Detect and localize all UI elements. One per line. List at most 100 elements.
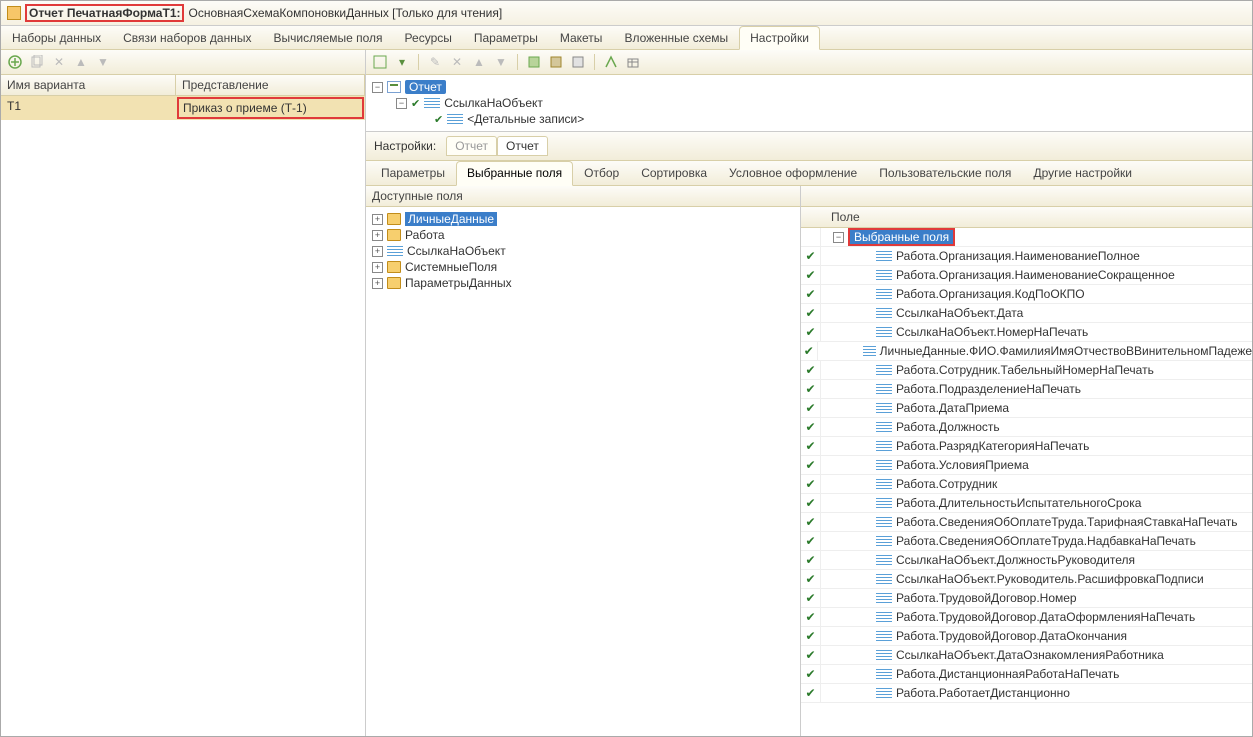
tool-icon-3[interactable] [570,54,586,70]
expand-icon[interactable]: + [372,214,383,225]
field-row[interactable]: ✔Работа.Должность [801,418,1252,437]
field-row[interactable]: ✔Работа.РазрядКатегорияНаПечать [801,437,1252,456]
field-row[interactable]: ✔Работа.ТрудовойДоговор.ДатаОкончания [801,627,1252,646]
field-check-icon[interactable]: ✔ [801,361,821,379]
field-row[interactable]: ✔Работа.Сотрудник.ТабельныйНомерНаПечать [801,361,1252,380]
add-button[interactable] [7,54,23,70]
collapse-icon[interactable]: − [833,232,844,243]
field-row[interactable]: ✔СсылкаНаОбъект.Руководитель.Расшифровка… [801,570,1252,589]
field-check-icon[interactable]: ✔ [801,608,821,626]
field-row[interactable]: ✔Работа.ДатаПриема [801,399,1252,418]
field-row[interactable]: ✔Работа.ПодразделениеНаПечать [801,380,1252,399]
detail-tab-1[interactable]: Выбранные поля [456,161,573,186]
variant-row[interactable]: Т1 Приказ о приеме (Т-1) [1,96,365,120]
tool-icon-1[interactable] [526,54,542,70]
field-row[interactable]: ✔СсылкаНаОбъект.ДолжностьРуководителя [801,551,1252,570]
copy-button[interactable] [29,54,45,70]
tree-action-1[interactable] [372,54,388,70]
available-item[interactable]: +СистемныеПоля [372,259,794,275]
field-row[interactable]: ✔Работа.СведенияОбОплатеТруда.ТарифнаяСт… [801,513,1252,532]
collapse-icon[interactable]: − [396,98,407,109]
main-tab-1[interactable]: Связи наборов данных [112,26,262,49]
field-row[interactable]: ✔СсылкаНаОбъект.Дата [801,304,1252,323]
expand-icon[interactable]: + [372,246,383,257]
detail-tab-4[interactable]: Условное оформление [718,161,868,185]
expand-icon[interactable]: + [372,278,383,289]
field-row[interactable]: ✔Работа.Организация.НаименованиеСокращен… [801,266,1252,285]
detail-tab-6[interactable]: Другие настройки [1022,161,1143,185]
field-check-icon[interactable]: ✔ [801,437,821,455]
field-check-icon[interactable]: ✔ [801,247,821,265]
main-tab-7[interactable]: Настройки [739,26,820,50]
field-check-icon[interactable]: ✔ [801,380,821,398]
tool-icon-2[interactable] [548,54,564,70]
field-row[interactable]: ✔Работа.Организация.НаименованиеПолное [801,247,1252,266]
field-check-icon[interactable]: ✔ [801,646,821,664]
field-row[interactable]: ✔СсылкаНаОбъект.ДатаОзнакомленияРаботник… [801,646,1252,665]
tree-action-dropdown-icon[interactable]: ▾ [394,54,410,70]
level-tab-report-1[interactable]: Отчет [446,136,497,156]
expand-icon[interactable]: + [372,262,383,273]
field-check-icon[interactable]: ✔ [801,589,821,607]
edit-icon[interactable]: ✎ [427,54,443,70]
fields-group-row[interactable]: −Выбранные поля [801,228,1252,247]
field-row[interactable]: ✔Работа.ТрудовойДоговор.ДатаОформленияНа… [801,608,1252,627]
field-row[interactable]: ✔Работа.ДистанционнаяРаботаНаПечать [801,665,1252,684]
field-check-icon[interactable]: ✔ [801,456,821,474]
available-item[interactable]: +ПараметрыДанных [372,275,794,291]
expand-icon[interactable]: + [372,230,383,241]
field-check-icon[interactable]: ✔ [801,323,821,341]
main-tab-3[interactable]: Ресурсы [394,26,463,49]
detail-tab-3[interactable]: Сортировка [630,161,718,185]
tree-level1[interactable]: − ✔ СсылкаНаОбъект [372,95,1246,111]
tree-root[interactable]: − Отчет [372,79,1246,95]
field-row[interactable]: ✔ЛичныеДанные.ФИО.ФамилияИмяОтчествоВВин… [801,342,1252,361]
main-tab-4[interactable]: Параметры [463,26,549,49]
field-check-icon[interactable]: ✔ [801,513,821,531]
field-row[interactable]: ✔Работа.СведенияОбОплатеТруда.НадбавкаНа… [801,532,1252,551]
field-row[interactable]: ✔Работа.УсловияПриема [801,456,1252,475]
check-icon[interactable]: ✔ [411,97,420,110]
field-check-icon[interactable]: ✔ [801,494,821,512]
field-check-icon[interactable]: ✔ [801,665,821,683]
field-row[interactable]: ✔Работа.ДлительностьИспытательногоСрока [801,494,1252,513]
field-check-icon[interactable]: ✔ [801,551,821,569]
field-check-icon[interactable]: ✔ [801,266,821,284]
available-item[interactable]: +ЛичныеДанные [372,211,794,227]
main-tab-6[interactable]: Вложенные схемы [613,26,739,49]
level-tab-report-2[interactable]: Отчет [497,136,548,156]
tree-level2[interactable]: ✔ <Детальные записи> [372,111,1246,127]
tool-icon-4[interactable] [603,54,619,70]
detail-tab-2[interactable]: Отбор [573,161,630,185]
field-check-icon[interactable]: ✔ [801,304,821,322]
field-check-icon[interactable]: ✔ [801,627,821,645]
main-tab-2[interactable]: Вычисляемые поля [262,26,393,49]
available-item[interactable]: +Работа [372,227,794,243]
field-check-icon[interactable]: ✔ [801,532,821,550]
detail-tab-5[interactable]: Пользовательские поля [868,161,1022,185]
field-check-icon[interactable]: ✔ [801,475,821,493]
main-tab-0[interactable]: Наборы данных [1,26,112,49]
down-icon[interactable]: ▼ [493,54,509,70]
available-item[interactable]: +СсылкаНаОбъект [372,243,794,259]
check-icon[interactable]: ✔ [434,113,443,126]
moveup-button[interactable]: ▲ [73,54,89,70]
collapse-icon[interactable]: − [372,82,383,93]
tool-icon-5[interactable] [625,54,641,70]
field-check-icon[interactable]: ✔ [801,399,821,417]
field-row[interactable]: ✔Работа.Организация.КодПоОКПО [801,285,1252,304]
up-icon[interactable]: ▲ [471,54,487,70]
field-check-icon[interactable]: ✔ [801,285,821,303]
field-row[interactable]: ✔Работа.РаботаетДистанционно [801,684,1252,703]
movedown-button[interactable]: ▼ [95,54,111,70]
field-check-icon[interactable]: ✔ [801,342,818,360]
delete-button[interactable]: ✕ [51,54,67,70]
field-check-icon[interactable]: ✔ [801,418,821,436]
field-check-icon[interactable]: ✔ [801,570,821,588]
field-row[interactable]: ✔СсылкаНаОбъект.НомерНаПечать [801,323,1252,342]
delete-icon[interactable]: ✕ [449,54,465,70]
main-tab-5[interactable]: Макеты [549,26,614,49]
field-check-icon[interactable]: ✔ [801,684,821,702]
detail-tab-0[interactable]: Параметры [370,161,456,185]
field-row[interactable]: ✔Работа.Сотрудник [801,475,1252,494]
